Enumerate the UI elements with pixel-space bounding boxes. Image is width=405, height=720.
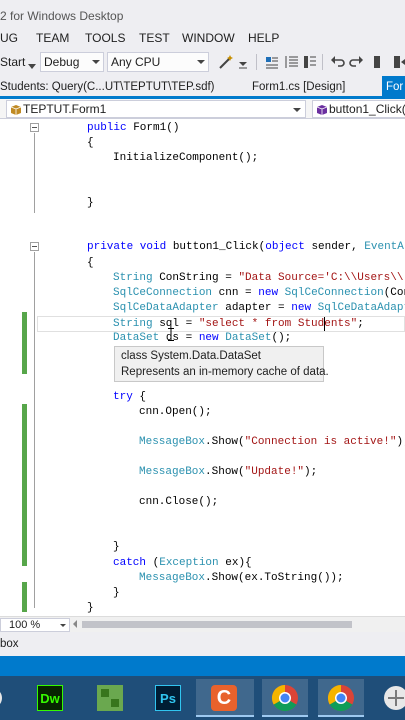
platform-select[interactable]: Any CPU [107,52,209,72]
toolbar: Start Debug Any CPU [0,48,405,76]
code-line: MessageBox.Show("Update!"); [139,466,318,478]
bookmark-icon[interactable] [370,54,386,70]
redo-icon[interactable] [348,54,364,70]
tooltip-description: Represents an in-memory cache of data. [121,366,329,378]
tab-form1-design[interactable]: Form1.cs [Design] [252,81,345,93]
start-button[interactable]: Start [0,55,25,69]
code-editor[interactable]: public Form1() { InitializeComponent(); … [0,120,405,616]
menu-team[interactable]: TEAM [36,31,69,45]
code-line: } [113,587,120,599]
bookmark-next-icon[interactable] [392,54,405,70]
taskbar-dreamweaver[interactable]: Dw [30,679,70,717]
bottom-panel: box [0,632,405,656]
scroll-left-icon[interactable] [73,620,77,628]
code-line: try { [113,391,147,403]
code-line: cnn.Open(); [139,406,212,418]
bottom-panel-tab[interactable]: box [0,638,19,650]
outdent-icon[interactable] [284,54,300,70]
taskbar-app-partial-right[interactable] [376,679,405,717]
taskbar-chrome-2[interactable] [318,679,364,717]
window-title: 2 for Windows Desktop [0,9,124,23]
class-icon [10,104,22,115]
taskbar-app-partial[interactable] [0,679,8,717]
menu-test[interactable]: TEST [139,31,170,45]
toolbar-separator [322,54,323,70]
chrome-icon [327,684,354,712]
code-line: } [87,197,94,209]
platform-value: Any CPU [111,55,161,69]
configuration-value: Debug [44,55,80,69]
member-dropdown-value: button1_Click(o [329,102,405,116]
code-line: String ConString = "Data Source='C:\\Use… [113,272,404,284]
code-line: public Form1() [87,122,180,134]
photoshop-icon: Ps [155,685,181,711]
menu-help[interactable]: HELP [248,31,279,45]
ibeam-cursor-icon [168,328,174,341]
navigation-bar: TEPTUT.Form1 button1_Click(o [0,99,405,119]
document-tabs: Students: Query(C...UT\TEPTUT\TEP.sdf) F… [0,76,405,98]
class-dropdown-value: TEPTUT.Form1 [23,102,107,116]
menu-window[interactable]: WINDOW [182,31,235,45]
tooltip-signature: class System.Data.DataSet [121,350,261,362]
code-line: MessageBox.Show("Connection is active!")… [139,436,405,448]
dreamweaver-icon: Dw [37,685,63,711]
zoom-dropdown[interactable]: 100 % [0,618,70,632]
tab-students-query[interactable]: Students: Query(C...UT\TEPTUT\TEP.sdf) [0,81,215,93]
taskbar-chrome-1[interactable] [262,679,308,717]
code-line: SqlCeDataAdapter adapter = new SqlCeData… [113,302,405,314]
wand-icon[interactable] [218,54,234,70]
code-line: } [113,541,120,553]
code-line: { [87,257,94,269]
horizontal-scrollbar-thumb[interactable] [82,621,352,628]
code-line: SqlCeConnection cnn = new SqlCeConnectio… [113,287,405,299]
code-line: cnn.Close(); [139,496,219,508]
taskbar: Dw Ps C [0,676,405,720]
menu-tools[interactable]: TOOLS [85,31,125,45]
zoom-value: 100 % [9,619,41,631]
code-line: private void button1_Click(object sender… [87,241,405,253]
taskbar-app-green[interactable] [90,679,130,717]
chevron-down-icon [197,60,205,64]
chevron-down-icon[interactable] [238,54,248,70]
taskbar-camtasia[interactable]: C [196,679,254,717]
chevron-down-icon[interactable] [28,59,36,75]
indent-icon[interactable] [264,54,280,70]
code-line: catch (Exception ex){ [113,557,252,569]
text-caret [324,317,325,331]
class-dropdown[interactable]: TEPTUT.Form1 [6,100,306,118]
title-bar: 2 for Windows Desktop [0,0,405,30]
code-line: String sql = "select * from Students"; [113,318,364,330]
camtasia-icon: C [211,685,237,711]
chevron-down-icon [293,108,301,112]
menu-debug[interactable]: UG [0,31,18,45]
toolbar-separator [256,54,257,70]
chrome-icon [271,684,298,712]
chevron-down-icon [60,624,66,627]
menu-bar: UG TEAM TOOLS TEST WINDOW HELP [0,30,405,48]
undo-icon[interactable] [330,54,346,70]
horizontal-scrollbar-area: 100 % [0,616,405,632]
quickinfo-tooltip: class System.Data.DataSet Represents an … [114,346,329,382]
method-icon [316,104,328,115]
chevron-down-icon [92,60,100,64]
taskbar-photoshop[interactable]: Ps [148,679,188,717]
status-bar [0,656,405,676]
code-line: MessageBox.Show(ex.ToString()); [139,572,344,584]
code-line: } [87,602,94,614]
tab-form1-cs[interactable]: For [382,76,405,98]
code-line: InitializeComponent(); [113,152,259,164]
list-icon[interactable] [302,54,318,70]
member-dropdown[interactable]: button1_Click(o [312,100,405,118]
code-line: DataSet ds = new DataSet(); [113,332,292,344]
code-line: { [87,137,94,149]
configuration-select[interactable]: Debug [40,52,104,72]
